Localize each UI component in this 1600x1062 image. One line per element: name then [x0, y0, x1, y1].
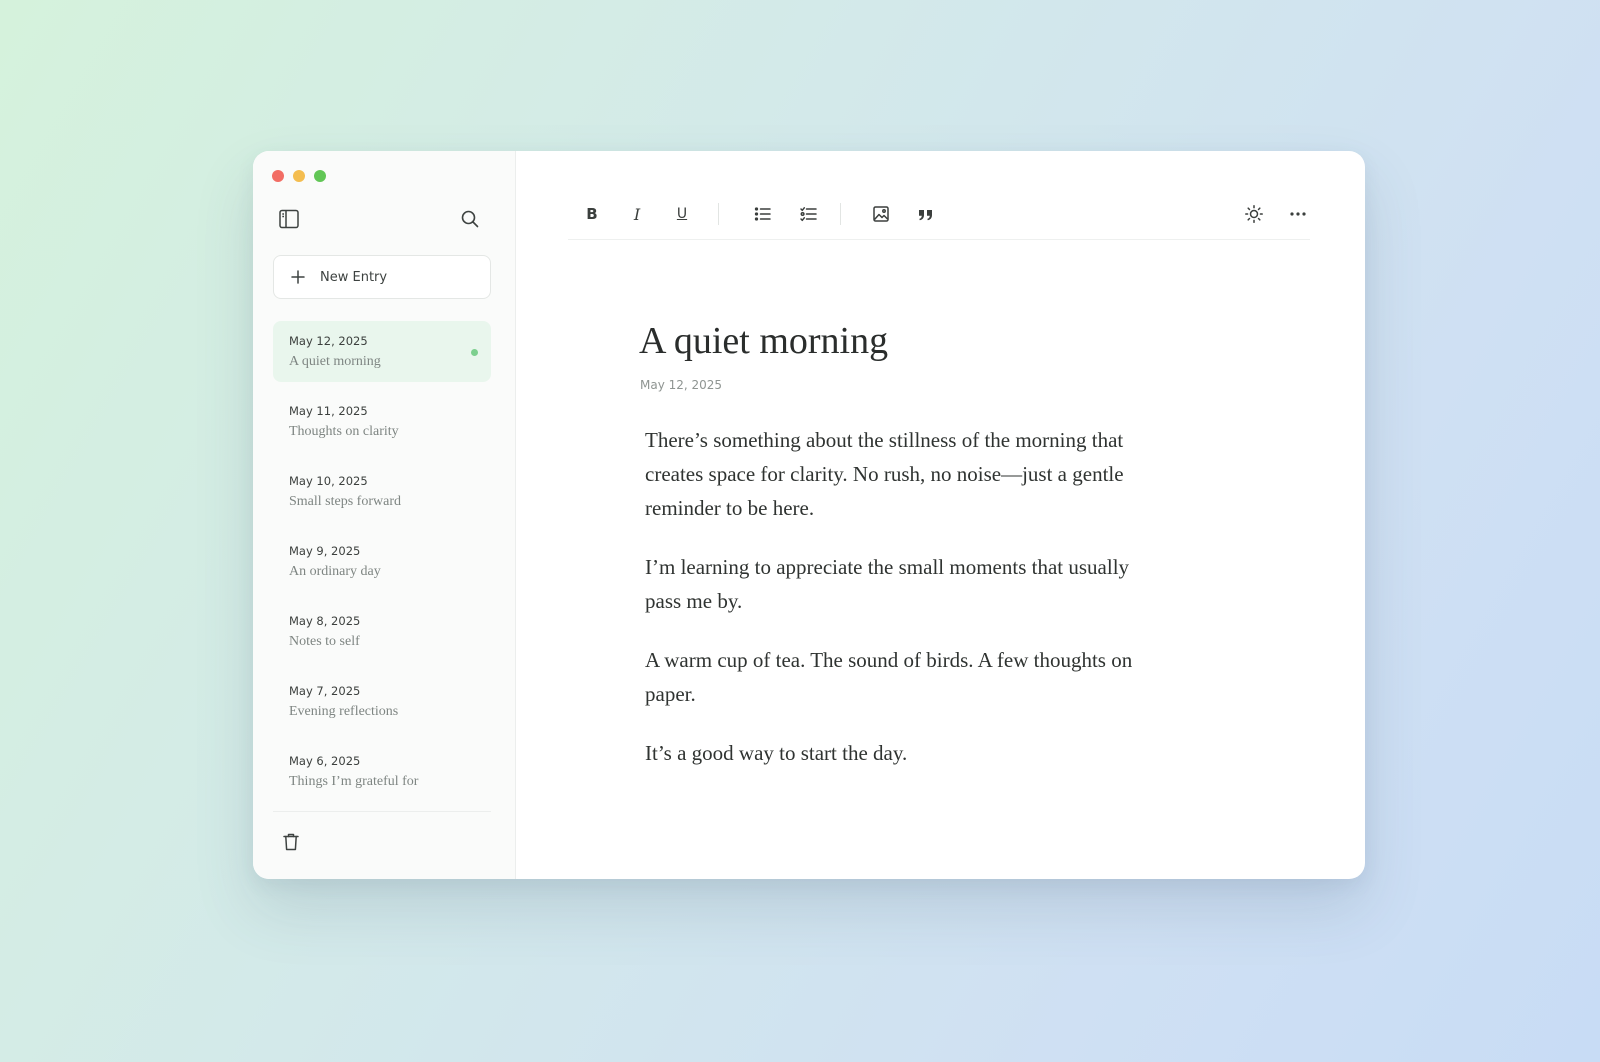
entry-item[interactable]: May 6, 2025 Things I’m grateful for: [273, 741, 491, 802]
entry-date: May 7, 2025: [289, 684, 361, 698]
entry-title: An ordinary day: [289, 564, 381, 579]
minimize-window-button[interactable]: [293, 170, 305, 182]
entry-date: May 10, 2025: [289, 474, 368, 488]
underline-button[interactable]: U: [671, 203, 693, 225]
maximize-window-button[interactable]: [314, 170, 326, 182]
entry-item[interactable]: May 7, 2025 Evening reflections: [273, 671, 491, 732]
document-body[interactable]: There’s something about the stillness of…: [645, 423, 1135, 795]
entry-date: May 9, 2025: [289, 544, 361, 558]
close-window-button[interactable]: [272, 170, 284, 182]
quote-button[interactable]: [915, 203, 937, 225]
italic-button[interactable]: I: [626, 203, 648, 225]
checklist-icon: [800, 207, 817, 222]
entry-date: May 12, 2025: [289, 334, 368, 348]
entry-title: A quiet morning: [289, 354, 381, 369]
entry-list: May 12, 2025 A quiet morning May 11, 202…: [273, 321, 491, 811]
entry-item[interactable]: May 9, 2025 An ordinary day: [273, 531, 491, 592]
entry-date: May 11, 2025: [289, 404, 368, 418]
toolbar-separator: [840, 203, 841, 225]
entry-date: May 8, 2025: [289, 614, 361, 628]
entry-title: Notes to self: [289, 634, 360, 649]
bulleted-list-icon: [754, 207, 771, 221]
trash-icon: [283, 833, 299, 851]
new-entry-button[interactable]: New Entry: [273, 255, 491, 299]
window-controls: [272, 170, 326, 182]
entry-title: Thoughts on clarity: [289, 424, 399, 439]
document-paragraph[interactable]: It’s a good way to start the day.: [645, 736, 1135, 770]
more-options-button[interactable]: [1287, 203, 1309, 225]
more-icon: [1290, 212, 1306, 216]
underline-icon: U: [676, 206, 688, 222]
sidebar-panel-icon: [279, 209, 299, 229]
entry-item[interactable]: May 11, 2025 Thoughts on clarity: [273, 391, 491, 452]
document-date: May 12, 2025: [640, 378, 723, 392]
bold-icon: B: [586, 205, 598, 223]
document-paragraph[interactable]: There’s something about the stillness of…: [645, 423, 1135, 525]
plus-icon: [291, 270, 305, 284]
formatting-toolbar: B I U: [568, 191, 1310, 240]
app-window: New Entry May 12, 2025 A quiet morning M…: [253, 151, 1365, 879]
insert-image-button[interactable]: [870, 203, 892, 225]
document-paragraph[interactable]: A warm cup of tea. The sound of birds. A…: [645, 643, 1135, 711]
new-entry-label: New Entry: [320, 269, 388, 285]
entry-item[interactable]: May 8, 2025 Notes to self: [273, 601, 491, 662]
search-icon: [461, 210, 479, 228]
sidebar: New Entry May 12, 2025 A quiet morning M…: [253, 151, 516, 879]
entry-title: Small steps forward: [289, 494, 401, 509]
theme-toggle-button[interactable]: [1243, 203, 1265, 225]
bulleted-list-button[interactable]: [752, 203, 774, 225]
quote-icon: [919, 210, 932, 221]
editor-area: B I U A quiet morning May 12, 2025 There…: [516, 151, 1365, 879]
active-indicator-dot: [471, 349, 478, 356]
entry-item[interactable]: May 10, 2025 Small steps forward: [273, 461, 491, 522]
sun-icon: [1245, 205, 1263, 223]
italic-icon: I: [633, 204, 641, 224]
toolbar-separator: [718, 203, 719, 225]
sidebar-divider: [273, 811, 491, 812]
entry-title: Evening reflections: [289, 704, 399, 719]
trash-button[interactable]: [282, 832, 300, 852]
entry-title: Things I’m grateful for: [289, 774, 419, 789]
document-paragraph[interactable]: I’m learning to appreciate the small mom…: [645, 550, 1135, 618]
entry-item-active[interactable]: May 12, 2025 A quiet morning: [273, 321, 491, 382]
document-title[interactable]: A quiet morning: [639, 319, 888, 365]
bold-button[interactable]: B: [581, 203, 603, 225]
entry-date: May 6, 2025: [289, 754, 361, 768]
checklist-button[interactable]: [798, 203, 820, 225]
image-icon: [873, 206, 889, 222]
search-button[interactable]: [459, 208, 481, 230]
sidebar-toggle-button[interactable]: [277, 207, 301, 231]
